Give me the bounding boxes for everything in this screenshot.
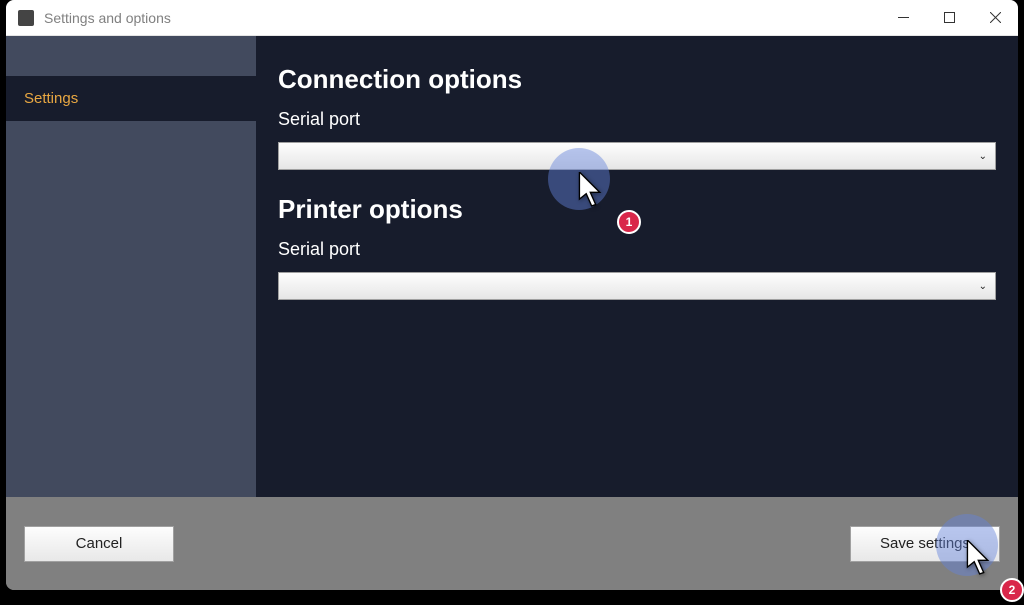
- save-button-label: Save settings: [880, 535, 970, 552]
- sidebar-item-label: Settings: [24, 90, 78, 107]
- section-heading-printer: Printer options: [278, 194, 996, 225]
- sidebar: Settings: [6, 36, 256, 497]
- field-label-connection-port: Serial port: [278, 109, 996, 130]
- dropdown-printer-serial-port[interactable]: ⌄: [278, 272, 996, 300]
- minimize-button[interactable]: [880, 0, 926, 35]
- app-icon: [18, 10, 34, 26]
- cancel-button[interactable]: Cancel: [24, 526, 174, 562]
- section-heading-connection: Connection options: [278, 64, 996, 95]
- close-button[interactable]: [972, 0, 1018, 35]
- field-label-printer-port: Serial port: [278, 239, 996, 260]
- titlebar: Settings and options: [6, 0, 1018, 36]
- maximize-button[interactable]: [926, 0, 972, 35]
- sidebar-item-settings[interactable]: Settings: [6, 76, 256, 121]
- content-area: Settings Connection options Serial port …: [6, 36, 1018, 497]
- window-title: Settings and options: [44, 10, 880, 26]
- chevron-down-icon: ⌄: [979, 281, 987, 292]
- sidebar-spacer: [6, 36, 256, 76]
- dropdown-connection-serial-port[interactable]: ⌄: [278, 142, 996, 170]
- cancel-button-label: Cancel: [76, 535, 123, 552]
- window-controls: [880, 0, 1018, 35]
- settings-window: Settings and options Settings Connection…: [6, 0, 1018, 590]
- chevron-down-icon: ⌄: [979, 151, 987, 162]
- footer: Cancel Save settings: [6, 497, 1018, 590]
- main-panel: Connection options Serial port ⌄ Printer…: [256, 36, 1018, 497]
- save-settings-button[interactable]: Save settings: [850, 526, 1000, 562]
